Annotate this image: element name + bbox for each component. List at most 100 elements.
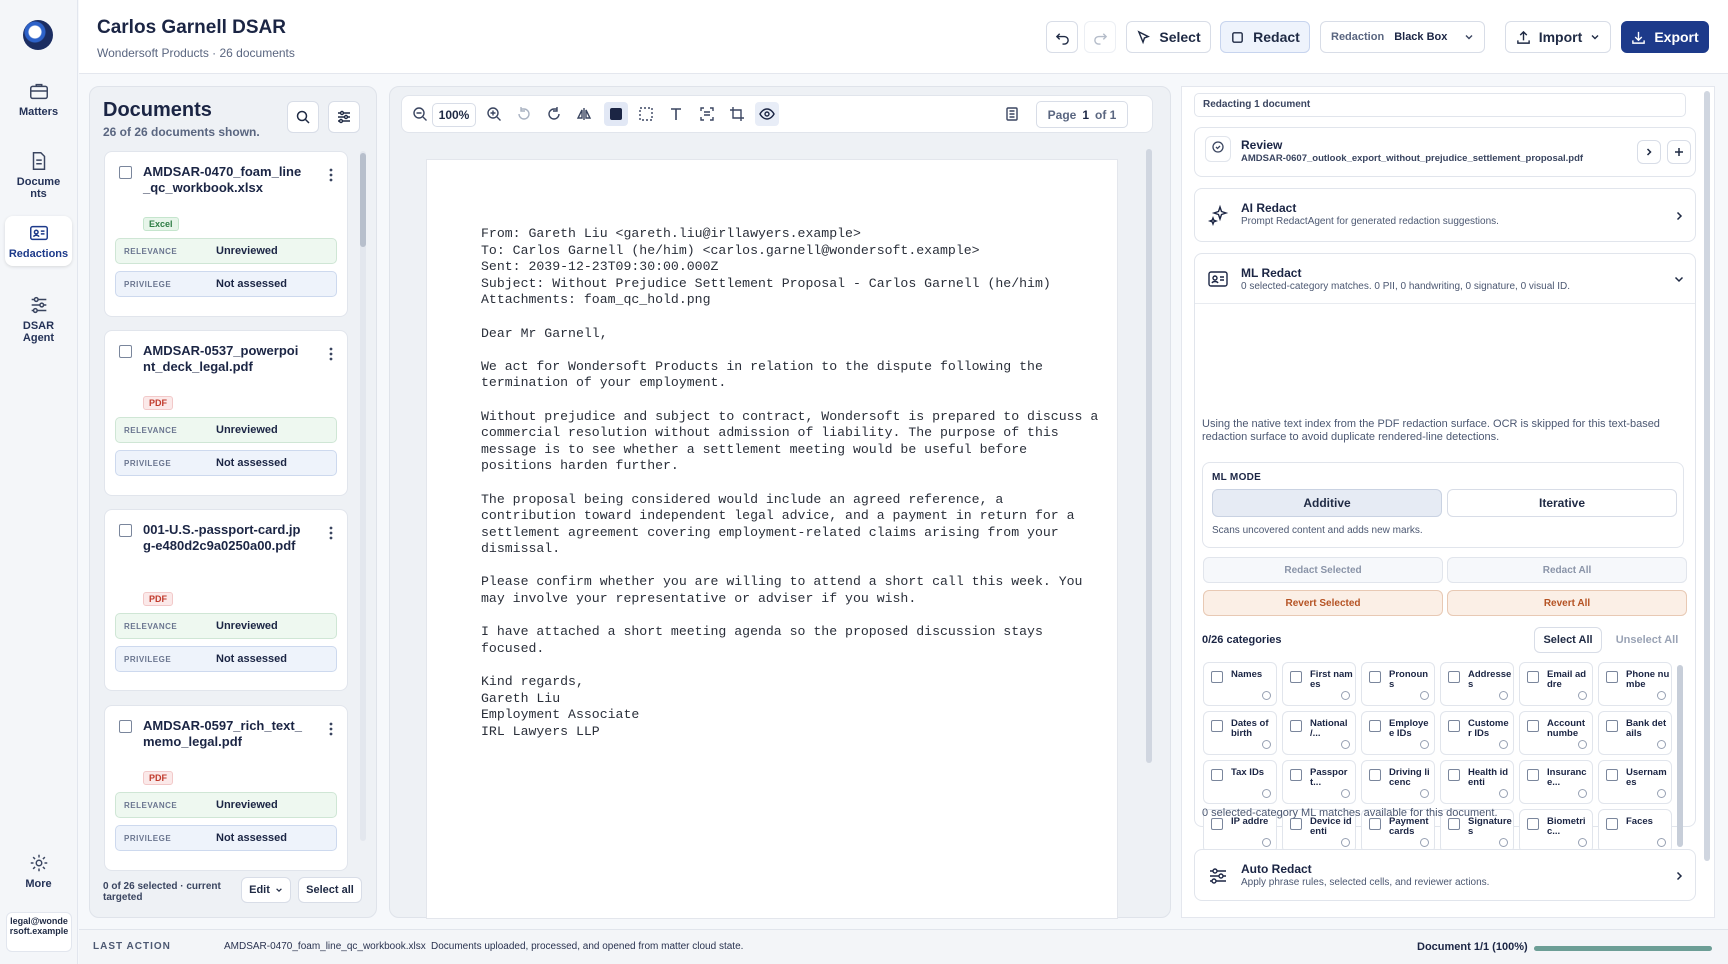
- dashed-area-icon[interactable]: [638, 106, 654, 122]
- category-settings-icon[interactable]: [1341, 691, 1350, 700]
- category-checkbox[interactable]: [1527, 769, 1539, 781]
- flip-icon[interactable]: [576, 106, 592, 122]
- redact-all-button[interactable]: Redact All: [1447, 557, 1687, 583]
- page-indicator[interactable]: Page 1 of 1: [1036, 101, 1128, 128]
- rail-item-matters[interactable]: Matters: [5, 74, 72, 124]
- category-checkbox[interactable]: [1369, 671, 1381, 683]
- category-checkbox[interactable]: [1290, 818, 1302, 830]
- category-checkbox[interactable]: [1606, 769, 1618, 781]
- category-checkbox[interactable]: [1606, 818, 1618, 830]
- category-checkbox[interactable]: [1606, 720, 1618, 732]
- category-checkbox[interactable]: [1527, 720, 1539, 732]
- chevron-down-icon[interactable]: [1673, 273, 1685, 285]
- crop-icon[interactable]: [729, 106, 745, 122]
- category-checkbox[interactable]: [1448, 769, 1460, 781]
- privilege-field[interactable]: PRIVILEGE Not assessed: [115, 825, 337, 851]
- category-settings-icon[interactable]: [1657, 691, 1666, 700]
- category-settings-icon[interactable]: [1499, 838, 1508, 847]
- category-chip[interactable]: Insurance...: [1519, 760, 1593, 804]
- category-checkbox[interactable]: [1290, 671, 1302, 683]
- relevance-field[interactable]: RELEVANCE Unreviewed: [115, 238, 337, 264]
- category-checkbox[interactable]: [1448, 720, 1460, 732]
- rail-item-more[interactable]: More: [5, 846, 72, 896]
- preview-toggle[interactable]: [755, 102, 779, 126]
- category-scrollbar[interactable]: [1677, 665, 1683, 847]
- user-account[interactable]: legal@wondersoft.example: [6, 912, 72, 952]
- relevance-field[interactable]: RELEVANCE Unreviewed: [115, 613, 337, 639]
- document-page[interactable]: From: Gareth Liu <gareth.liu@irllawyers.…: [426, 159, 1118, 919]
- category-chip[interactable]: Passport...: [1282, 760, 1356, 804]
- export-button[interactable]: Export: [1621, 21, 1709, 53]
- privilege-field[interactable]: PRIVILEGE Not assessed: [115, 271, 337, 297]
- category-settings-icon[interactable]: [1262, 740, 1271, 749]
- category-settings-icon[interactable]: [1262, 789, 1271, 798]
- more-vertical-icon[interactable]: [329, 347, 333, 361]
- scan-icon[interactable]: [699, 106, 715, 122]
- select-all-documents-button[interactable]: Select all: [298, 877, 362, 903]
- category-settings-icon[interactable]: [1262, 691, 1271, 700]
- category-settings-icon[interactable]: [1578, 838, 1587, 847]
- category-settings-icon[interactable]: [1341, 740, 1350, 749]
- unselect-all-categories-button[interactable]: Unselect All: [1608, 627, 1686, 653]
- filter-documents-button[interactable]: [328, 101, 360, 133]
- text-tool-icon[interactable]: [668, 106, 684, 122]
- box-redact-tool[interactable]: [604, 102, 628, 126]
- document-card[interactable]: AMDSAR-0597_rich_text_memo_legal.pdf PDF…: [104, 705, 348, 871]
- zoom-out-icon[interactable]: [412, 106, 428, 122]
- category-chip[interactable]: Pronouns: [1361, 662, 1435, 706]
- revert-all-button[interactable]: Revert All: [1447, 590, 1687, 616]
- rail-item-dsar-agent[interactable]: DSAR Agent: [5, 288, 72, 350]
- mode-iterative-button[interactable]: Iterative: [1447, 489, 1677, 517]
- category-checkbox[interactable]: [1211, 818, 1223, 830]
- category-checkbox[interactable]: [1290, 769, 1302, 781]
- document-card[interactable]: AMDSAR-0470_foam_line_qc_workbook.xlsx E…: [104, 151, 348, 317]
- zoom-level[interactable]: 100%: [432, 103, 476, 127]
- category-checkbox[interactable]: [1211, 720, 1223, 732]
- privilege-field[interactable]: PRIVILEGE Not assessed: [115, 450, 337, 476]
- document-card[interactable]: 001-U.S.-passport-card.jpg-e480d2c9a0250…: [104, 509, 348, 691]
- category-settings-icon[interactable]: [1657, 789, 1666, 798]
- category-chip[interactable]: Phone numbe: [1598, 662, 1672, 706]
- more-vertical-icon[interactable]: [329, 722, 333, 736]
- category-settings-icon[interactable]: [1657, 740, 1666, 749]
- category-chip[interactable]: Bank details: [1598, 711, 1672, 755]
- category-settings-icon[interactable]: [1499, 691, 1508, 700]
- category-chip[interactable]: Usernames: [1598, 760, 1672, 804]
- revert-selected-button[interactable]: Revert Selected: [1203, 590, 1443, 616]
- category-settings-icon[interactable]: [1578, 740, 1587, 749]
- category-checkbox[interactable]: [1369, 720, 1381, 732]
- redact-selected-button[interactable]: Redact Selected: [1203, 557, 1443, 583]
- zoom-in-icon[interactable]: [486, 106, 502, 122]
- ai-redact-section[interactable]: AI Redact Prompt RedactAgent for generat…: [1194, 188, 1696, 242]
- category-settings-icon[interactable]: [1341, 838, 1350, 847]
- category-settings-icon[interactable]: [1420, 838, 1429, 847]
- category-settings-icon[interactable]: [1262, 838, 1271, 847]
- document-checkbox[interactable]: [119, 345, 132, 358]
- relevance-field[interactable]: RELEVANCE Unreviewed: [115, 792, 337, 818]
- right-panel-scrollbar[interactable]: [1704, 91, 1710, 861]
- category-checkbox[interactable]: [1369, 769, 1381, 781]
- more-vertical-icon[interactable]: [329, 168, 333, 182]
- page-thumbnails-icon[interactable]: [1004, 106, 1020, 122]
- category-checkbox[interactable]: [1448, 818, 1460, 830]
- category-chip[interactable]: Email addre: [1519, 662, 1593, 706]
- category-chip[interactable]: Dates of birth: [1203, 711, 1277, 755]
- category-checkbox[interactable]: [1448, 671, 1460, 683]
- category-checkbox[interactable]: [1606, 671, 1618, 683]
- category-checkbox[interactable]: [1211, 769, 1223, 781]
- category-chip[interactable]: Driving licenc: [1361, 760, 1435, 804]
- privilege-field[interactable]: PRIVILEGE Not assessed: [115, 646, 337, 672]
- category-chip[interactable]: Health identi: [1440, 760, 1514, 804]
- rail-item-documents[interactable]: Documents: [5, 144, 72, 206]
- select-all-categories-button[interactable]: Select All: [1534, 627, 1602, 653]
- category-chip[interactable]: Faces: [1598, 809, 1672, 853]
- category-settings-icon[interactable]: [1657, 838, 1666, 847]
- category-checkbox[interactable]: [1527, 671, 1539, 683]
- category-checkbox[interactable]: [1527, 818, 1539, 830]
- category-chip[interactable]: Account numbe: [1519, 711, 1593, 755]
- document-checkbox[interactable]: [119, 166, 132, 179]
- rotate-left-icon[interactable]: [516, 106, 532, 122]
- category-chip[interactable]: Biometric...: [1519, 809, 1593, 853]
- select-tool-button[interactable]: Select: [1126, 21, 1211, 53]
- category-settings-icon[interactable]: [1420, 789, 1429, 798]
